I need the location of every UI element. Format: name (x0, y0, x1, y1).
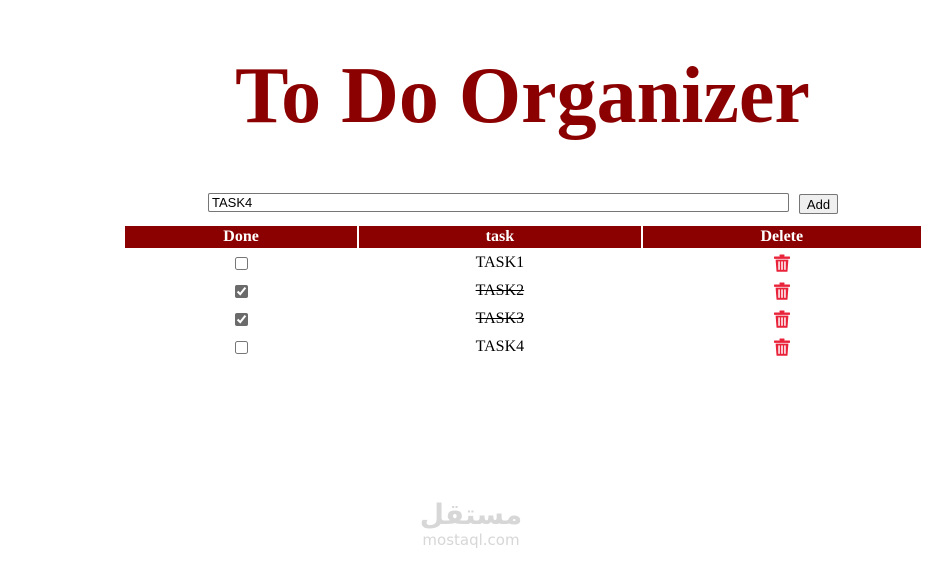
trash-icon[interactable] (773, 338, 791, 356)
task-text: TASK3 (475, 310, 525, 327)
delete-cell (643, 306, 921, 332)
table-row: TASK4 (125, 334, 921, 360)
watermark-site: mostaql.com (422, 531, 520, 549)
column-header-done: Done (125, 226, 358, 248)
delete-cell (643, 250, 921, 276)
done-checkbox[interactable] (234, 256, 248, 270)
task-input[interactable] (208, 193, 789, 212)
done-checkbox[interactable] (234, 312, 248, 326)
done-cell (125, 306, 357, 332)
task-list: TASK1 TASK2 TASK3 TASK4 (125, 250, 921, 360)
table-row: TASK3 (125, 306, 921, 332)
column-header-task: task (359, 226, 641, 248)
table-header-row: Done task Delete (125, 226, 921, 248)
table-row: TASK1 (125, 250, 921, 276)
watermark-logo: مستقل mostaql.com (412, 498, 530, 548)
trash-icon[interactable] (773, 282, 791, 300)
done-checkbox[interactable] (234, 284, 248, 298)
trash-icon[interactable] (773, 310, 791, 328)
delete-cell (643, 278, 921, 304)
task-text: TASK2 (475, 282, 525, 299)
task-table: Done task Delete TASK1 TASK2 TASK3 TASK4 (123, 224, 923, 362)
done-cell (125, 334, 357, 360)
done-cell (125, 278, 357, 304)
table-row: TASK2 (125, 278, 921, 304)
task-text: TASK4 (475, 338, 525, 355)
add-button[interactable]: Add (799, 194, 838, 214)
page: To Do Organizer Add Done task Delete TAS… (0, 0, 944, 564)
done-cell (125, 250, 357, 276)
watermark-logo-mark: مستقل (419, 498, 523, 531)
delete-cell (643, 334, 921, 360)
trash-icon[interactable] (773, 254, 791, 272)
page-title: To Do Organizer (235, 52, 810, 140)
column-header-delete: Delete (642, 226, 921, 248)
task-text: TASK1 (475, 254, 525, 271)
done-checkbox[interactable] (234, 340, 248, 354)
